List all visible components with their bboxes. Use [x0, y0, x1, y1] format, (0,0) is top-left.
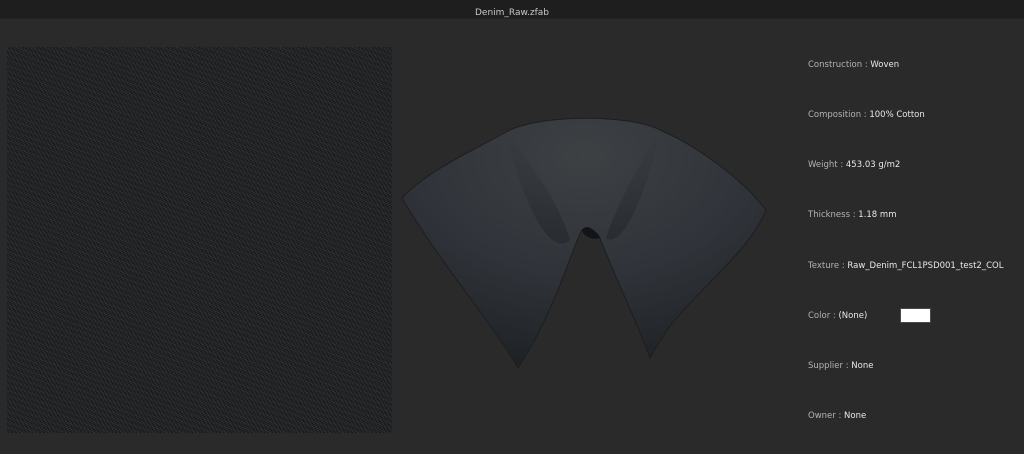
construction-label: Construction :: [808, 60, 868, 70]
title-bar[interactable]: Denim_Raw.zfab: [0, 0, 1024, 19]
thickness-row: Thickness : 1.18 mm: [808, 208, 896, 222]
owner-label: Owner :: [808, 411, 842, 421]
color-swatch[interactable]: [900, 308, 931, 323]
fabric-info-window: Denim_Raw.zfab Construction : Woven Comp…: [0, 0, 1024, 454]
thickness-value: 1.18 mm: [858, 210, 897, 220]
composition-row: Composition : 100% Cotton: [808, 108, 925, 122]
construction-value: Woven: [870, 60, 900, 70]
texture-label: Texture :: [808, 261, 845, 271]
construction-row: Construction : Woven: [808, 58, 899, 72]
weight-row: Weight : 453.03 g/m2: [808, 158, 900, 172]
color-value: (None): [838, 311, 868, 321]
thickness-label: Thickness :: [808, 210, 856, 220]
texture-value: Raw_Denim_FCL1PSD001_test2_COL: [847, 261, 1004, 271]
owner-value: None: [844, 411, 867, 421]
fabric-drape-preview[interactable]: [398, 110, 770, 372]
fabric-texture-swatch: [7, 47, 392, 433]
window-title: Denim_Raw.zfab: [474, 8, 550, 18]
supplier-label: Supplier :: [808, 361, 849, 371]
composition-label: Composition :: [808, 110, 867, 120]
color-row: Color : (None): [808, 308, 931, 323]
weight-label: Weight :: [808, 160, 844, 170]
composition-value: 100% Cotton: [869, 110, 925, 120]
supplier-value: None: [851, 361, 874, 371]
owner-row: Owner : None: [808, 409, 866, 423]
supplier-row: Supplier : None: [808, 359, 873, 373]
weight-value: 453.03 g/m2: [845, 160, 901, 170]
color-label: Color :: [808, 311, 836, 321]
texture-row: Texture : Raw_Denim_FCL1PSD001_test2_COL: [808, 259, 1003, 273]
